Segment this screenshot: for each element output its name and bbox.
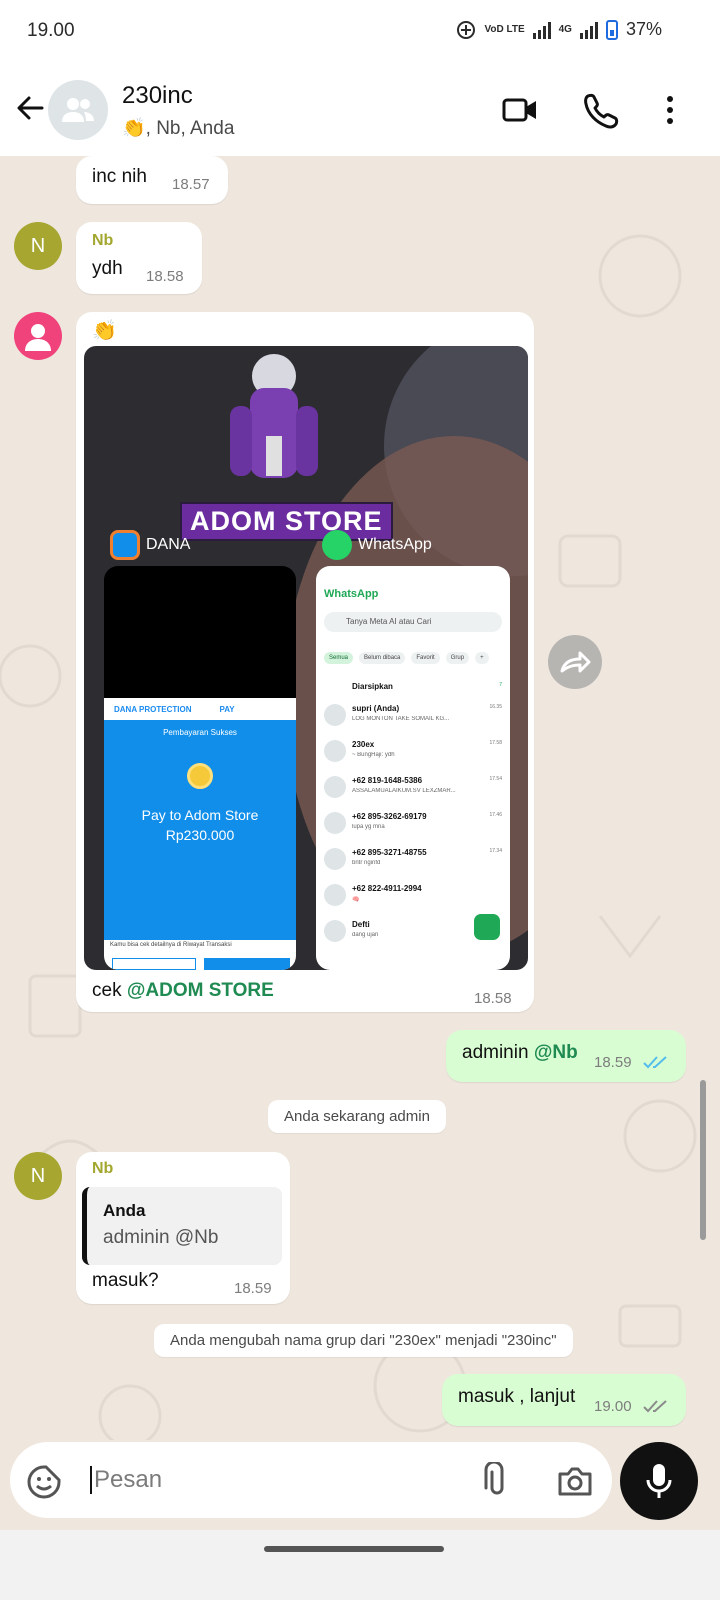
- coin-icon: [187, 763, 213, 789]
- message-input-box[interactable]: Pesan: [10, 1442, 612, 1518]
- whatsapp-app-label: WhatsApp: [322, 530, 432, 560]
- whatsapp-app-icon: [322, 530, 352, 560]
- wa-chat-row: 230ex ~ BungHaji: ydh 17.58: [324, 738, 504, 768]
- group-icon: [62, 98, 94, 122]
- wa-chat-row: +62 895-3262-69179 lupa yg mna 17.46: [324, 810, 504, 840]
- data-saver-icon: [457, 20, 476, 39]
- sender-name[interactable]: Nb: [92, 1160, 113, 1178]
- quote-text: adminin @Nb: [103, 1227, 219, 1248]
- message-bubble[interactable]: inc nih 18.57: [76, 156, 228, 204]
- message-bubble[interactable]: Nb ydh 18.58: [76, 222, 202, 294]
- dana-footer: Kamu bisa cek detailnya di Riwayat Trans…: [104, 940, 296, 970]
- mention-link[interactable]: @ADOM STORE: [127, 980, 274, 1001]
- network-label: VoD LTE: [484, 23, 525, 35]
- message-time: 18.59: [234, 1280, 272, 1297]
- battery-level: 37%: [625, 19, 662, 39]
- group-avatar[interactable]: [48, 80, 108, 140]
- avatar[interactable]: N: [14, 222, 62, 270]
- status-time: 19.00: [27, 20, 75, 41]
- system-message: Anda mengubah nama grup dari "230ex" men…: [154, 1324, 573, 1357]
- message-caption: cek @ADOM STORE: [92, 980, 274, 1001]
- message-bubble-outgoing[interactable]: masuk , lanjut 19.00: [442, 1374, 686, 1426]
- message-text: adminin @Nb: [462, 1042, 578, 1063]
- more-vert-icon[interactable]: [650, 90, 690, 130]
- quote-author: Anda: [103, 1201, 146, 1220]
- phone-icon[interactable]: [580, 90, 620, 130]
- chat-area[interactable]: inc nih 18.57 N Nb ydh 18.58 👏 cek @ADOM…: [0, 156, 720, 1460]
- message-text: inc nih: [92, 166, 147, 187]
- system-message: Anda sekarang admin: [268, 1100, 446, 1133]
- message-text: ydh: [92, 258, 123, 279]
- message-text: masuk?: [92, 1270, 159, 1291]
- scrollbar-thumb[interactable]: [700, 1080, 706, 1240]
- wa-chat-row: +62 895-3271-48755 bntr nginfd 17.34: [324, 846, 504, 876]
- wa-chat-row: +62 822-4911-2994 🧠: [324, 882, 504, 912]
- delivered-ticks-icon: [643, 1400, 667, 1413]
- sender-name[interactable]: Nb: [92, 232, 113, 250]
- message-time: 18.58: [474, 990, 512, 1007]
- avatar[interactable]: [14, 312, 62, 360]
- message-bubble-outgoing[interactable]: adminin @Nb 18.59: [446, 1030, 686, 1082]
- status-bar: 19.00 VoD LTE 4G 37%: [0, 0, 720, 64]
- signal-icon: [532, 21, 551, 39]
- mic-icon[interactable]: [620, 1442, 698, 1520]
- reaction-emoji: 👏: [92, 320, 117, 342]
- wa-chat-row: supri (Anda) LOG MONTON TAKE SOMAIL KG...…: [324, 702, 504, 732]
- shared-image[interactable]: ADOM STORE DANA WhatsApp DANA PROTECTION…: [84, 346, 528, 970]
- wa-filter-chips: Semua Belum dibaca Favorit Grup +: [324, 652, 489, 664]
- dana-app-label: DANA: [110, 530, 190, 560]
- message-text: masuk , lanjut: [458, 1386, 576, 1407]
- wa-chat-row: +62 819-1648-5386 ASSALAMUALAIKUM.SV LEXZ…: [324, 774, 504, 804]
- wa-new-chat-icon: [474, 914, 500, 940]
- chat-header: 230inc 👏, Nb, Anda: [0, 64, 720, 156]
- message-input[interactable]: Pesan: [90, 1466, 162, 1494]
- read-ticks-icon: [643, 1056, 667, 1069]
- person-icon: [25, 324, 51, 351]
- dana-app-icon: [110, 530, 140, 560]
- arrow-left-icon[interactable]: [12, 90, 48, 126]
- system-nav-bar: [0, 1530, 720, 1600]
- quoted-message[interactable]: Anda adminin @Nb: [82, 1187, 282, 1265]
- message-time: 18.58: [146, 268, 184, 285]
- whatsapp-screen: WhatsApp Tanya Meta AI atau Cari Semua B…: [316, 566, 510, 970]
- dana-topbar: DANA PROTECTION PAY: [104, 698, 296, 720]
- paperclip-icon[interactable]: [482, 1462, 512, 1500]
- dana-payment-card: Pembayaran Sukses Pay to Adom Store Rp23…: [104, 720, 296, 940]
- signal-icon-2: [579, 21, 598, 39]
- dana-screen: DANA PROTECTION PAY Pembayaran Sukses Pa…: [104, 566, 296, 970]
- network-gen: 4G: [558, 23, 572, 35]
- message-time: 18.59: [594, 1054, 632, 1071]
- status-icons: VoD LTE 4G 37%: [456, 19, 662, 40]
- video-call-icon[interactable]: [500, 90, 540, 130]
- chat-members[interactable]: 👏, Nb, Anda: [122, 116, 234, 140]
- avatar[interactable]: N: [14, 1152, 62, 1200]
- camera-icon[interactable]: [556, 1464, 594, 1498]
- battery-icon: [605, 19, 618, 40]
- message-time: 18.57: [172, 176, 210, 193]
- message-time: 19.00: [594, 1398, 632, 1415]
- forward-icon[interactable]: [548, 635, 602, 689]
- mention-link[interactable]: @Nb: [534, 1042, 578, 1063]
- sticker-icon[interactable]: [26, 1464, 62, 1500]
- chat-title[interactable]: 230inc: [122, 82, 193, 110]
- store-mascot-image: [230, 354, 318, 478]
- home-gesture-pill[interactable]: [264, 1546, 444, 1552]
- composer: Pesan: [0, 1440, 720, 1530]
